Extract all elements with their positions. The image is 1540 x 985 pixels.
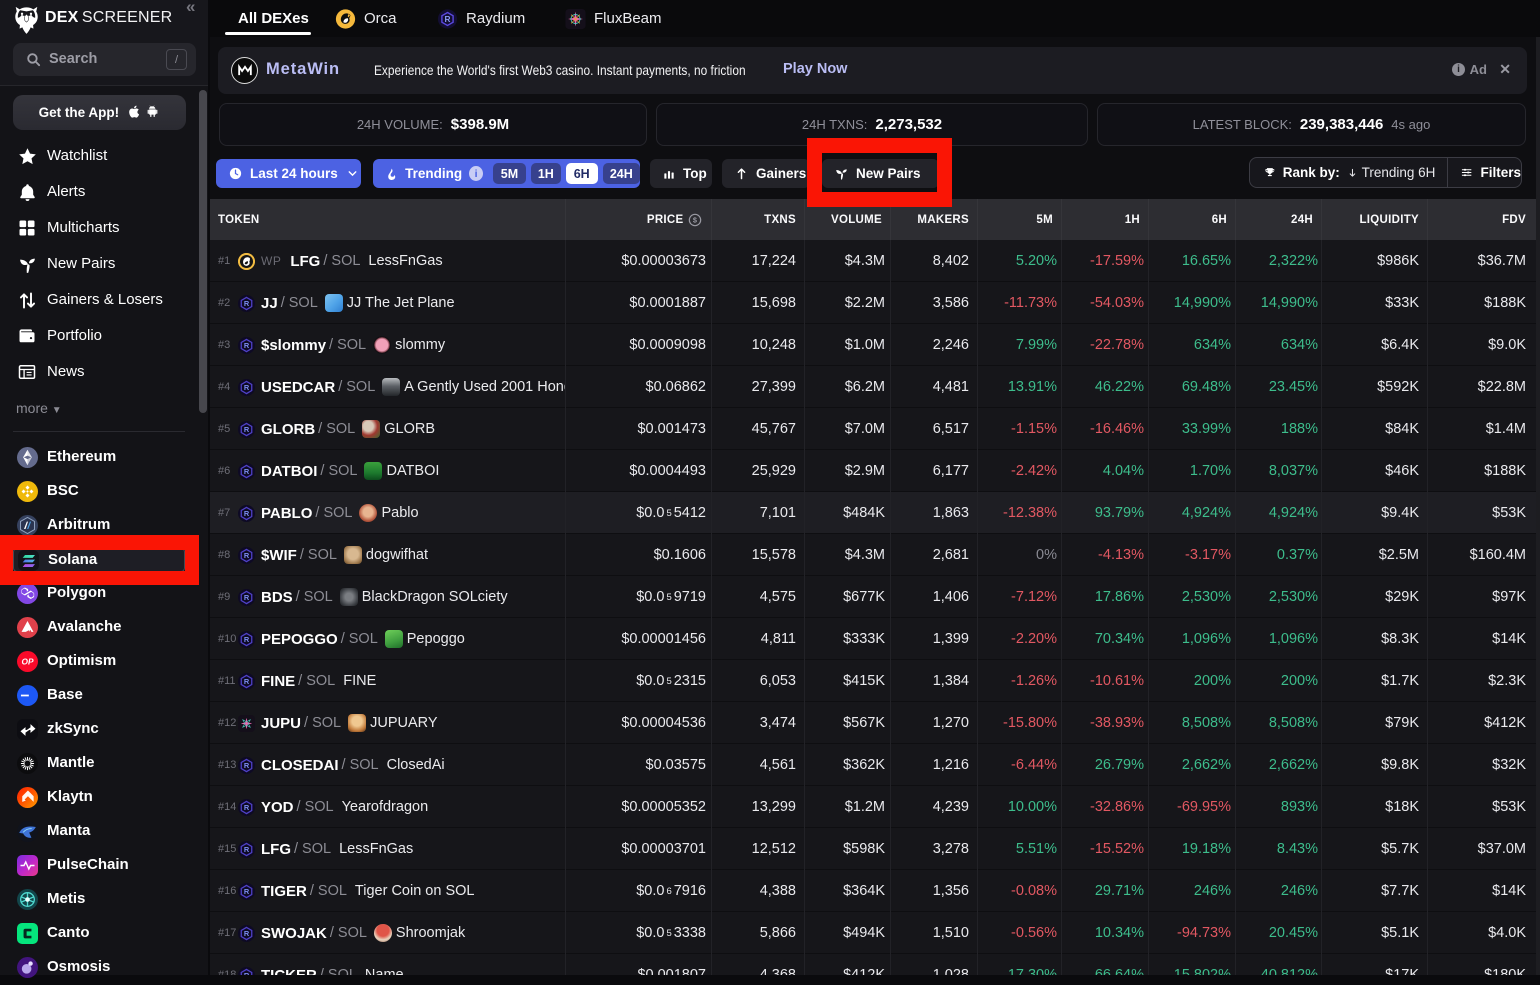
svg-text:R: R [244,551,250,560]
svg-text:R: R [244,383,250,392]
svg-text:$: $ [693,215,697,224]
svg-text:R: R [244,467,250,476]
svg-text:OP: OP [22,657,34,667]
svg-text:R: R [244,845,250,854]
svg-text:R: R [244,299,250,308]
svg-text:R: R [244,425,250,434]
svg-text:R: R [244,593,250,602]
svg-text:R: R [244,803,250,812]
svg-text:R: R [244,887,250,896]
svg-text:R: R [244,929,250,938]
svg-text:R: R [244,971,250,975]
svg-text:R: R [244,635,250,644]
svg-text:R: R [445,14,451,24]
svg-text:R: R [244,341,250,350]
svg-text:R: R [244,509,250,518]
svg-text:R: R [244,761,250,770]
svg-text:R: R [244,677,250,686]
